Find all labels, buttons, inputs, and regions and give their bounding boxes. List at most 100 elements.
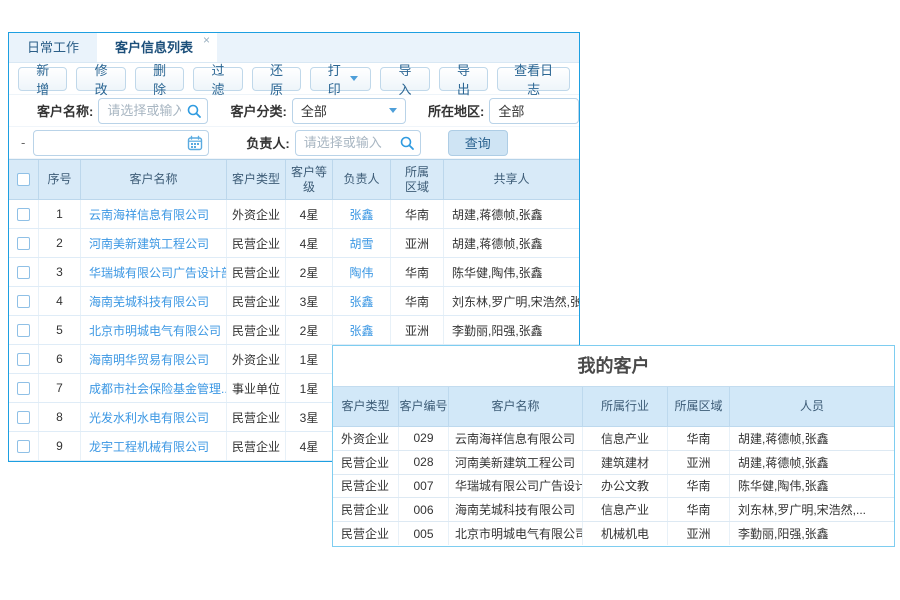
column-header-industry[interactable]: 所属行业: [583, 387, 668, 426]
list-item[interactable]: 民营企业006海南芜城科技有限公司信息产业华南刘东林,罗广明,宋浩然,...: [333, 498, 894, 522]
column-header-staff[interactable]: 人员: [730, 387, 894, 426]
column-header-no[interactable]: 序号: [39, 160, 81, 199]
customer-code-link[interactable]: 007: [399, 475, 449, 498]
customer-level: 4星: [286, 200, 333, 228]
search-icon[interactable]: [399, 135, 415, 151]
row-index: 4: [39, 287, 81, 315]
row-checkbox[interactable]: [17, 440, 30, 453]
view-log-button[interactable]: 查看日志: [497, 67, 570, 91]
list-item[interactable]: 民营企业028河南美新建筑工程公司建筑建材亚洲胡建,蒋德帧,张鑫: [333, 451, 894, 475]
owner-link[interactable]: 张鑫: [333, 200, 391, 228]
column-header-area[interactable]: 所属区域: [668, 387, 730, 426]
row-checkbox-cell: [9, 374, 39, 402]
row-checkbox[interactable]: [17, 266, 30, 279]
owner-link[interactable]: 胡雪: [333, 229, 391, 257]
customer-name-link[interactable]: 河南美新建筑工程公司: [81, 229, 227, 257]
print-button[interactable]: 打印: [310, 67, 371, 91]
list-item[interactable]: 民营企业005北京市明城电气有限公司机械机电亚洲李勤丽,阳强,张鑫: [333, 522, 894, 545]
search-icon[interactable]: [186, 103, 202, 119]
column-header-type[interactable]: 客户类型: [333, 387, 399, 426]
row-index: 1: [39, 200, 81, 228]
region: 华南: [391, 287, 444, 315]
customer-name-link[interactable]: 光发水利水电有限公司: [81, 403, 227, 431]
table-row[interactable]: 1云南海祥信息有限公司外资企业4星张鑫华南胡建,蒋德帧,张鑫: [9, 200, 579, 229]
region-select[interactable]: 全部: [489, 98, 579, 124]
date-input[interactable]: [33, 130, 209, 156]
area: 亚洲: [668, 451, 730, 474]
customer-level: 3星: [286, 287, 333, 315]
customer-name-link[interactable]: 龙宇工程机械有限公司: [81, 432, 227, 460]
column-header-shared[interactable]: 共享人: [444, 160, 579, 199]
select-all-checkbox[interactable]: [17, 173, 30, 186]
row-checkbox[interactable]: [17, 208, 30, 221]
filter-button[interactable]: 过滤: [193, 67, 242, 91]
table-row[interactable]: 5北京市明城电气有限公司民营企业2星张鑫亚洲李勤丽,阳强,张鑫: [9, 316, 579, 345]
column-header-customer-level[interactable]: 客户等级: [286, 160, 333, 199]
owner-input-wrap: [295, 130, 421, 156]
column-header-code[interactable]: 客户编号: [399, 387, 449, 426]
customer-code-link[interactable]: 028: [399, 451, 449, 474]
row-checkbox[interactable]: [17, 353, 30, 366]
customer-type: 事业单位: [227, 374, 286, 402]
customer-name-link[interactable]: 云南海祥信息有限公司: [81, 200, 227, 228]
row-index: 9: [39, 432, 81, 460]
column-header-name[interactable]: 客户名称: [449, 387, 583, 426]
category-select[interactable]: 全部: [292, 98, 406, 124]
row-checkbox-cell: [9, 200, 39, 228]
row-checkbox[interactable]: [17, 411, 30, 424]
customer-level: 3星: [286, 403, 333, 431]
list-item[interactable]: 外资企业029云南海祥信息有限公司信息产业华南胡建,蒋德帧,张鑫: [333, 427, 894, 451]
row-index: 5: [39, 316, 81, 344]
filter-row-1: 客户名称: 客户分类: 全部 所在地区: 全部: [9, 95, 579, 127]
owner-link[interactable]: 张鑫: [333, 316, 391, 344]
tab-daily-work[interactable]: 日常工作: [9, 33, 97, 62]
region: 华南: [391, 258, 444, 286]
shared-persons: 胡建,蒋德帧,张鑫: [444, 200, 579, 228]
restore-button[interactable]: 还原: [252, 67, 301, 91]
owner-link[interactable]: 张鑫: [333, 287, 391, 315]
tab-customer-list[interactable]: 客户信息列表 ×: [97, 33, 217, 62]
query-button[interactable]: 查询: [448, 130, 508, 156]
customer-name-link[interactable]: 河南美新建筑工程公司: [449, 451, 583, 474]
column-header-customer-type[interactable]: 客户类型: [227, 160, 286, 199]
table-row[interactable]: 2河南美新建筑工程公司民营企业4星胡雪亚洲胡建,蒋德帧,张鑫: [9, 229, 579, 258]
edit-button[interactable]: 修改: [76, 67, 125, 91]
column-header-region[interactable]: 所属区域: [391, 160, 444, 199]
industry: 信息产业: [583, 427, 668, 450]
customer-name-link[interactable]: 华瑞城有限公司广告设计部: [449, 475, 583, 498]
column-header-customer-name[interactable]: 客户名称: [81, 160, 227, 199]
row-checkbox[interactable]: [17, 237, 30, 250]
customer-code-link[interactable]: 005: [399, 522, 449, 545]
customer-name-link[interactable]: 北京市明城电气有限公司: [81, 316, 227, 344]
customer-code-link[interactable]: 006: [399, 498, 449, 521]
customer-code-link[interactable]: 029: [399, 427, 449, 450]
row-checkbox[interactable]: [17, 382, 30, 395]
category-value: 全部: [301, 101, 327, 120]
export-button[interactable]: 导出: [439, 67, 488, 91]
calendar-icon[interactable]: [187, 135, 203, 151]
customer-name-link[interactable]: 海南芜城科技有限公司: [449, 498, 583, 521]
customer-name-link[interactable]: 华瑞城有限公司广告设计部: [81, 258, 227, 286]
column-header-owner[interactable]: 负责人: [333, 160, 391, 199]
add-button[interactable]: 新增: [18, 67, 67, 91]
customer-name-link[interactable]: 海南明华贸易有限公司: [81, 345, 227, 373]
row-checkbox-cell: [9, 403, 39, 431]
customer-name-link[interactable]: 北京市明城电气有限公司: [449, 522, 583, 545]
industry: 机械机电: [583, 522, 668, 545]
customer-name-link[interactable]: 海南芜城科技有限公司: [81, 287, 227, 315]
table-row[interactable]: 4海南芜城科技有限公司民营企业3星张鑫华南刘东林,罗广明,宋浩然,张鑫: [9, 287, 579, 316]
import-button[interactable]: 导入: [380, 67, 429, 91]
chevron-down-icon: [350, 76, 358, 81]
row-checkbox-cell: [9, 316, 39, 344]
customer-type: 民营企业: [227, 229, 286, 257]
table-row[interactable]: 3华瑞城有限公司广告设计部民营企业2星陶伟华南陈华健,陶伟,张鑫: [9, 258, 579, 287]
delete-button[interactable]: 删除: [135, 67, 184, 91]
industry: 信息产业: [583, 498, 668, 521]
customer-name-link[interactable]: 云南海祥信息有限公司: [449, 427, 583, 450]
row-checkbox[interactable]: [17, 324, 30, 337]
owner-link[interactable]: 陶伟: [333, 258, 391, 286]
row-checkbox[interactable]: [17, 295, 30, 308]
list-item[interactable]: 民营企业007华瑞城有限公司广告设计部办公文教华南陈华健,陶伟,张鑫: [333, 475, 894, 499]
customer-name-link[interactable]: 成都市社会保险基金管理...: [81, 374, 227, 402]
close-icon[interactable]: ×: [203, 34, 210, 46]
